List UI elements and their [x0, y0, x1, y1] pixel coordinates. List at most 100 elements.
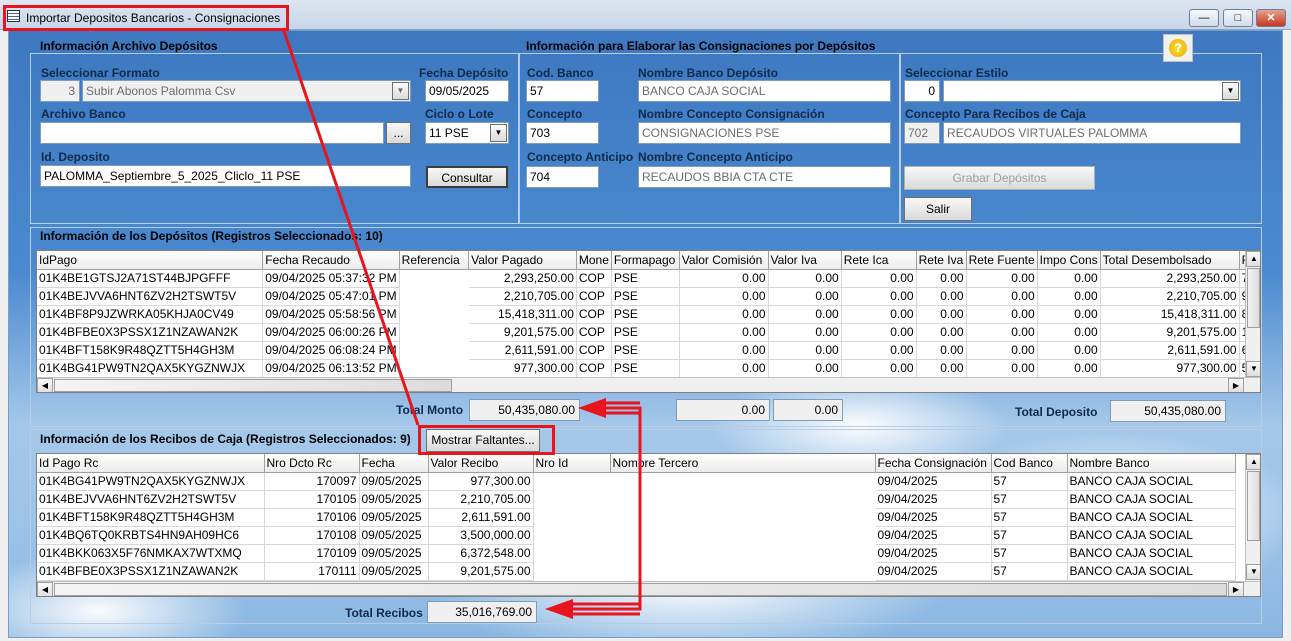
minimize-button[interactable]: —	[1189, 9, 1219, 27]
table-row[interactable]: 01K4BKK063X5F76NMKAX7WTXMQ 170109 09/05/20…	[37, 544, 1236, 563]
table-row[interactable]: 01K4BE1GTSJ2A71ST44BJPGFFF 09/04/2025 05:…	[37, 269, 1260, 288]
table-cell	[533, 526, 611, 545]
help-button[interactable]: ?	[1163, 34, 1193, 62]
table-cell: 09/05/2025	[359, 526, 429, 545]
id-deposito-field[interactable]: PALOMMA_Septiembre_5_2025_Cliclo_11 PSE	[40, 165, 411, 187]
ciclo-select[interactable]: 11 PSE ▼	[425, 122, 509, 144]
recibos-hscrollbar[interactable]: ◀ ▶	[37, 581, 1260, 596]
table-row[interactable]: 01K4BF8P9JZWRKA05KHJA0CV49 09/04/2025 05:…	[37, 305, 1260, 324]
column-header[interactable]: Mone	[576, 251, 612, 270]
formato-select[interactable]: Subir Abonos Palomma Csv ▼	[82, 80, 411, 102]
scroll-right-icon[interactable]: ▶	[1228, 378, 1244, 392]
table-row[interactable]: 01K4BFT158K9R48QZTT5H4GH3M 170106 09/05/20…	[37, 508, 1236, 527]
nombre-banco-field: BANCO CAJA SOCIAL	[638, 80, 891, 102]
table-cell: 01K4BEJVVA6HNT6ZV2H2TSWT5V	[37, 287, 264, 306]
table-row[interactable]: 01K4BFBE0X3PSSX1Z1NZAWAN2K 09/04/2025 06:…	[37, 323, 1260, 342]
column-header[interactable]: Fecha Consignación	[875, 454, 992, 473]
scroll-up-icon[interactable]: ▲	[1246, 251, 1260, 267]
scroll-thumb[interactable]	[54, 379, 452, 392]
column-header[interactable]: Total Desembolsado	[1100, 251, 1240, 270]
table-cell	[610, 562, 876, 581]
app-icon	[7, 10, 20, 22]
column-header[interactable]: Rete Ica	[841, 251, 917, 270]
browse-button[interactable]: ...	[386, 122, 411, 144]
salir-button[interactable]: Salir	[904, 197, 972, 221]
mostrar-faltantes-button[interactable]: Mostrar Faltantes...	[426, 429, 540, 452]
total-monto-label: Total Monto	[396, 403, 464, 417]
column-header[interactable]: Fecha Recaudo	[262, 251, 400, 270]
depositos-vscrollbar[interactable]: ▲ ▼	[1245, 251, 1260, 379]
concepto-anticipo-field[interactable]: 704	[526, 166, 599, 188]
close-button[interactable]: ✕	[1256, 9, 1286, 27]
table-cell: 57	[991, 490, 1068, 509]
table-row[interactable]: 01K4BEJVVA6HNT6ZV2H2TSWT5V 09/04/2025 05:…	[37, 287, 1260, 306]
scroll-down-icon[interactable]: ▼	[1246, 361, 1260, 377]
column-header[interactable]: Valor Comisión	[679, 251, 769, 270]
scroll-thumb[interactable]	[1247, 471, 1260, 541]
column-header[interactable]: Nombre Banco	[1067, 454, 1236, 473]
depositos-hscrollbar[interactable]: ◀ ▶	[37, 377, 1260, 392]
table-cell: COP	[576, 287, 612, 306]
scroll-up-icon[interactable]: ▲	[1246, 454, 1260, 470]
archivo-banco-field[interactable]	[40, 122, 384, 144]
concepto-field[interactable]: 703	[526, 122, 599, 144]
table-cell: 09/04/2025	[875, 472, 992, 491]
column-header[interactable]: Fecha	[359, 454, 429, 473]
estilo-select[interactable]: ▼	[943, 80, 1241, 102]
grabar-depositos-button[interactable]: Grabar Depósitos	[904, 166, 1095, 190]
maximize-button[interactable]: □	[1223, 9, 1253, 27]
table-cell: 0.00	[916, 287, 967, 306]
estilo-code-field[interactable]: 0	[904, 80, 940, 102]
column-header[interactable]: Formapago	[611, 251, 680, 270]
table-cell: 977,300.00	[468, 359, 577, 378]
cod-banco-field[interactable]: 57	[526, 80, 599, 102]
table-cell: 01K4BG41PW9TN2QAX5KYGZNWJX	[37, 472, 265, 491]
table-cell: 57	[991, 562, 1068, 581]
depositos-grid[interactable]: IdPago Fecha Recaudo Referencia Valor Pagad…	[36, 250, 1261, 393]
scroll-left-icon[interactable]: ◀	[37, 582, 53, 596]
table-cell: 9,201,575.00	[428, 562, 534, 581]
table-row[interactable]: 01K4BFBE0X3PSSX1Z1NZAWAN2K 170111 09/05/20…	[37, 562, 1236, 581]
column-header[interactable]: Valor Pagado	[468, 251, 577, 270]
chevron-down-icon[interactable]: ▼	[1222, 82, 1239, 100]
chevron-down-icon[interactable]: ▼	[392, 82, 409, 100]
chevron-down-icon[interactable]: ▼	[490, 124, 507, 142]
column-header[interactable]: Nro Dcto Rc	[264, 454, 360, 473]
scroll-down-icon[interactable]: ▼	[1246, 564, 1260, 580]
column-header[interactable]: Rete Fuente	[966, 251, 1038, 270]
column-header[interactable]: IdPago	[37, 251, 264, 270]
column-header[interactable]: Nro Id	[533, 454, 611, 473]
column-header[interactable]: Rete Iva	[916, 251, 967, 270]
table-row[interactable]: 01K4BQ6TQ0KRBTS4HN9AH09HC6 170108 09/05/20…	[37, 526, 1236, 545]
table-cell: 0.00	[916, 341, 967, 360]
scroll-thumb[interactable]	[54, 583, 1227, 596]
table-row[interactable]: 01K4BFT158K9R48QZTT5H4GH3M 09/04/2025 06:…	[37, 341, 1260, 360]
table-row[interactable]: 01K4BG41PW9TN2QAX5KYGZNWJX 09/04/2025 06:…	[37, 359, 1260, 378]
table-cell: 57	[991, 508, 1068, 527]
table-cell: 01K4BE1GTSJ2A71ST44BJPGFFF	[37, 269, 264, 288]
scroll-left-icon[interactable]: ◀	[37, 378, 53, 392]
depositos-table: IdPago Fecha Recaudo Referencia Valor Pagad…	[37, 251, 1260, 378]
window-titlebar[interactable]: Importar Depositos Bancarios - Consignac…	[0, 0, 1291, 30]
table-cell	[399, 269, 470, 288]
scroll-thumb[interactable]	[1247, 268, 1260, 328]
ciclo-select-value: 11 PSE	[429, 126, 469, 140]
column-header[interactable]: Referencia	[399, 251, 470, 270]
column-header[interactable]: Valor Iva	[768, 251, 842, 270]
fecha-deposito-field[interactable]: 09/05/2025	[425, 80, 509, 102]
column-header[interactable]: Valor Recibo	[428, 454, 534, 473]
column-header[interactable]: Nombre Tercero	[610, 454, 876, 473]
table-cell: COP	[576, 359, 612, 378]
window-title: Importar Depositos Bancarios - Consignac…	[26, 11, 281, 25]
column-header[interactable]: Impo Cons	[1037, 251, 1101, 270]
table-row[interactable]: 01K4BEJVVA6HNT6ZV2H2TSWT5V 170105 09/05/20…	[37, 490, 1236, 509]
table-row[interactable]: 01K4BG41PW9TN2QAX5KYGZNWJX 170097 09/05/20…	[37, 472, 1236, 491]
consultar-button[interactable]: Consultar	[426, 166, 508, 188]
recibos-grid[interactable]: Id Pago Rc Nro Dcto Rc Fecha Valor Recibo Nr…	[36, 453, 1261, 597]
recibos-vscrollbar[interactable]: ▲ ▼	[1245, 454, 1260, 582]
column-header[interactable]: Cod Banco	[991, 454, 1068, 473]
formato-code-field[interactable]: 3	[40, 80, 80, 102]
recibos-table: Id Pago Rc Nro Dcto Rc Fecha Valor Recibo Nr…	[37, 454, 1236, 581]
column-header[interactable]: Id Pago Rc	[37, 454, 265, 473]
scroll-right-icon[interactable]: ▶	[1228, 582, 1244, 596]
